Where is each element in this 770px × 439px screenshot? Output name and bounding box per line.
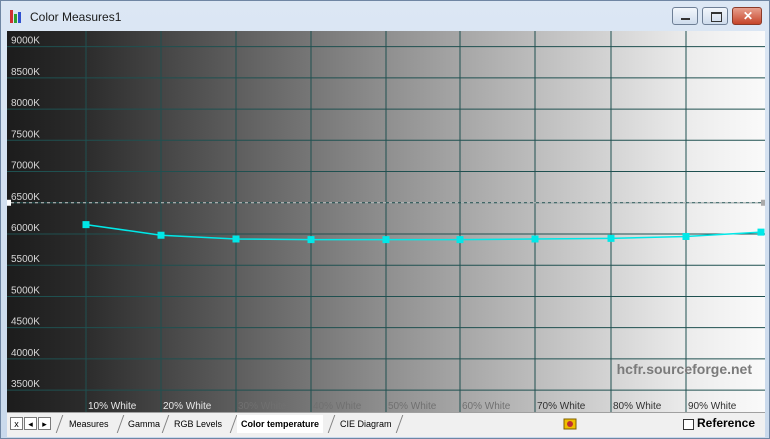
x-tick-label: 20% White	[163, 401, 212, 412]
y-tick-label: 6500K	[11, 192, 40, 203]
reference-marker-left	[7, 199, 11, 206]
tab-measures[interactable]: Measures	[69, 415, 109, 433]
maximize-icon	[711, 12, 722, 22]
tab-prev-button[interactable]: ◂	[24, 417, 37, 430]
y-tick-label: 5000K	[11, 285, 40, 296]
data-point	[456, 236, 464, 244]
y-tick-label: 7500K	[11, 129, 40, 140]
x-axis-labels: 10% White 20% White 30% White 40% White 50% …	[88, 401, 737, 412]
tab-color-temperature[interactable]: Color temperature	[237, 415, 324, 433]
data-point	[307, 236, 315, 244]
x-tick-label: 80% White	[613, 401, 662, 412]
data-point	[82, 221, 90, 229]
y-tick-label: 6000K	[11, 223, 40, 234]
title-bar[interactable]: Color Measures1 ✕	[1, 1, 769, 31]
tab-bar: x ◂ ▸ Measures Gamma RGB Levels Color te…	[7, 412, 765, 437]
data-point	[157, 231, 165, 239]
tab-separator	[327, 415, 336, 433]
y-tick-label: 3500K	[11, 379, 40, 390]
color-temperature-plot: 9000K 8500K 8000K 7500K 7000K 6500K 6000K 5500K…	[7, 31, 765, 412]
x-tick-label: 10% White	[88, 401, 137, 412]
x-tick-label: 40% White	[313, 401, 362, 412]
reference-checkbox[interactable]	[683, 419, 694, 430]
color-measures-window: Color Measures1 ✕ 9000K 8500K 8000K 7500…	[0, 0, 770, 439]
x-tick-label: 60% White	[462, 401, 511, 412]
y-tick-label: 4000K	[11, 348, 40, 359]
tab-gamma[interactable]: Gamma	[128, 415, 160, 433]
reference-marker-right	[761, 199, 765, 206]
maximize-button[interactable]	[702, 7, 728, 25]
window-title: Color Measures1	[30, 10, 122, 24]
data-point	[382, 236, 390, 244]
tab-rgb-levels[interactable]: RGB Levels	[174, 415, 222, 433]
minimize-button[interactable]	[672, 7, 698, 25]
status-icon[interactable]	[563, 417, 577, 431]
tab-separator	[55, 415, 64, 433]
plot-svg: 9000K 8500K 8000K 7500K 7000K 6500K 6000K 5500K…	[7, 31, 765, 412]
close-button[interactable]: ✕	[732, 7, 762, 25]
tab-separator	[116, 415, 125, 433]
x-tick-label: 70% White	[537, 401, 586, 412]
tab-separator	[161, 415, 170, 433]
x-tick-label: 30% White	[238, 401, 287, 412]
close-icon: ✕	[743, 9, 754, 23]
data-point	[531, 235, 539, 243]
y-tick-label: 4500K	[11, 317, 40, 328]
tab-next-button[interactable]: ▸	[38, 417, 51, 430]
data-point	[607, 234, 615, 242]
y-tick-label: 5500K	[11, 254, 40, 265]
x-tick-label: 50% White	[388, 401, 437, 412]
data-point	[757, 228, 765, 236]
bar-chart-icon	[10, 10, 24, 23]
tab-separator	[395, 415, 404, 433]
y-tick-label: 7000K	[11, 161, 40, 172]
minimize-icon	[681, 18, 690, 20]
data-point	[232, 235, 240, 243]
watermark: hcfr.sourceforge.net	[617, 361, 753, 377]
y-tick-label: 8500K	[11, 67, 40, 78]
tab-cie-diagram[interactable]: CIE Diagram	[340, 415, 392, 433]
x-tick-label: 90% White	[688, 401, 737, 412]
reference-label: Reference	[697, 416, 756, 430]
data-point	[682, 232, 690, 240]
tab-close-button[interactable]: x	[10, 417, 23, 430]
y-tick-label: 9000K	[11, 36, 40, 47]
y-tick-label: 8000K	[11, 98, 40, 109]
